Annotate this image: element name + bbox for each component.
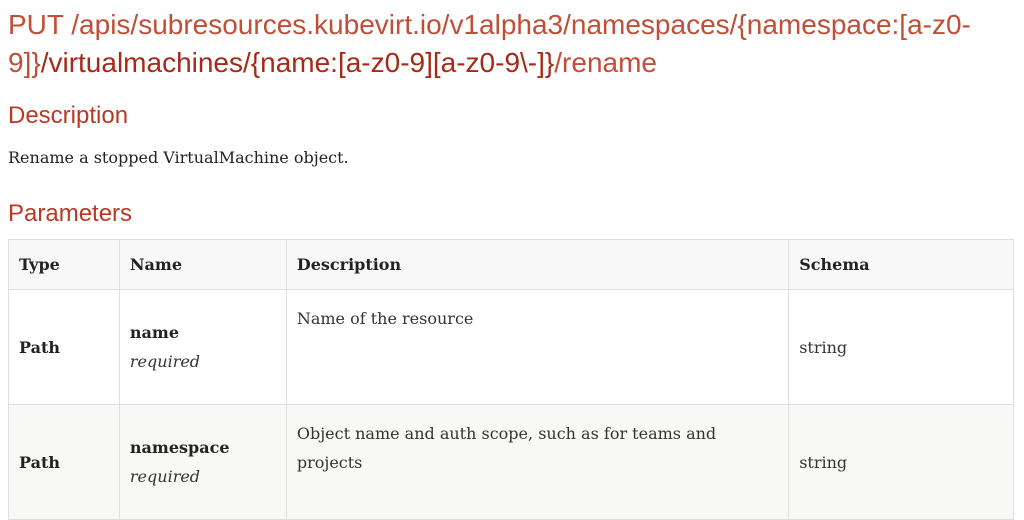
table-row: Path name required Name of the resource … bbox=[8, 289, 1014, 405]
param-schema: string bbox=[788, 404, 1014, 520]
param-name-cell: namespace required bbox=[118, 404, 287, 520]
param-name: name bbox=[129, 323, 180, 342]
param-type: Path bbox=[8, 404, 120, 520]
endpoint-title: PUT /apis/subresources.kubevirt.io/v1alp… bbox=[8, 6, 1008, 82]
param-description: Name of the resource bbox=[285, 289, 790, 405]
param-required-label: required bbox=[129, 467, 201, 486]
param-name: namespace bbox=[129, 438, 230, 457]
column-header-schema: Schema bbox=[788, 239, 1014, 290]
param-name-cell: name required bbox=[118, 289, 287, 405]
param-schema: string bbox=[788, 289, 1014, 405]
table-header-row: Type Name Description Schema bbox=[8, 239, 1014, 290]
param-required-label: required bbox=[129, 352, 201, 371]
endpoint-path-suffix: /rename bbox=[554, 47, 657, 78]
parameters-table: Type Name Description Schema Path name r… bbox=[8, 239, 1014, 520]
column-header-name: Name bbox=[118, 239, 287, 290]
parameters-heading: Parameters bbox=[8, 200, 133, 227]
param-type: Path bbox=[8, 289, 120, 405]
endpoint-path-resource: /virtualmachines/{name:[a-z0-9][a-z0-9\-… bbox=[40, 47, 555, 78]
description-heading: Description bbox=[8, 102, 129, 129]
column-header-type: Type bbox=[8, 239, 120, 290]
column-header-description: Description bbox=[285, 239, 790, 290]
table-row: Path namespace required Object name and … bbox=[8, 404, 1014, 520]
description-text: Rename a stopped VirtualMachine object. bbox=[8, 148, 349, 167]
param-description: Object name and auth scope, such as for … bbox=[285, 404, 790, 520]
